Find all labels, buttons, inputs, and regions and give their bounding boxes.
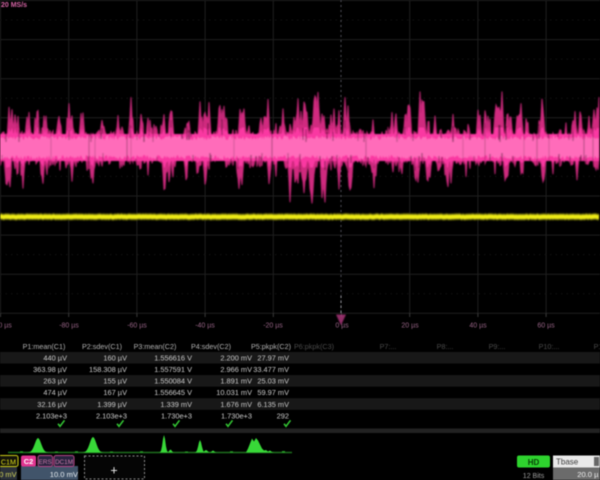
svg-text:P4:sdev(C2): P4:sdev(C2) — [191, 342, 231, 351]
svg-text:2.103e+3: 2.103e+3 — [36, 411, 67, 420]
svg-text:2.966 mV: 2.966 mV — [220, 365, 252, 374]
svg-text:167 µV: 167 µV — [103, 388, 127, 397]
svg-text:P8:...: P8:... — [437, 342, 454, 351]
svg-text:10.031 mV: 10.031 mV — [216, 388, 252, 397]
svg-text:1.556645 V: 1.556645 V — [154, 388, 192, 397]
svg-text:Tbase: Tbase — [556, 458, 579, 467]
svg-text:P10:...: P10:... — [539, 342, 560, 351]
svg-text:-60 µs: -60 µs — [127, 323, 147, 330]
svg-text:P7:...: P7:... — [380, 342, 397, 351]
svg-text:440 µV: 440 µV — [43, 354, 67, 363]
svg-text:P2:sdev(C1): P2:sdev(C1) — [82, 342, 122, 351]
svg-text:P3:mean(C2): P3:mean(C2) — [134, 342, 177, 351]
svg-text:59.97 mV: 59.97 mV — [257, 388, 289, 397]
svg-text:1.676 mV: 1.676 mV — [220, 400, 252, 409]
svg-text:1.730e+3: 1.730e+3 — [161, 411, 192, 420]
svg-text:+: + — [110, 464, 117, 478]
svg-text:0 µs: 0 µs — [335, 323, 349, 330]
svg-text:-80 µs: -80 µs — [59, 323, 79, 330]
svg-text:1.399 µV: 1.399 µV — [97, 400, 127, 409]
svg-text:P6:pkpk(C3): P6:pkpk(C3) — [294, 342, 334, 351]
svg-text:10.0 mV: 10.0 mV — [50, 470, 79, 479]
svg-text:263 µV: 263 µV — [43, 377, 67, 386]
svg-text:ERS: ERS — [39, 459, 52, 466]
svg-text:1.730e+3: 1.730e+3 — [221, 411, 252, 420]
svg-text:C2: C2 — [24, 457, 33, 466]
svg-text:155 µV: 155 µV — [103, 377, 127, 386]
svg-text:1.891 mV: 1.891 mV — [220, 377, 252, 386]
svg-text:25.03 mV: 25.03 mV — [257, 377, 289, 386]
svg-text:6.135 mV: 6.135 mV — [257, 400, 289, 409]
svg-text:20 MS/s: 20 MS/s — [1, 2, 27, 9]
svg-text:33.477 mV: 33.477 mV — [253, 365, 289, 374]
svg-text:P1:mean(C1): P1:mean(C1) — [23, 342, 66, 351]
svg-text:1.339 mV: 1.339 mV — [160, 400, 192, 409]
svg-text:0 mV: 0 mV — [0, 470, 17, 479]
svg-text:363.98 µV: 363.98 µV — [33, 365, 67, 374]
svg-text:20 µs: 20 µs — [401, 323, 419, 330]
svg-text:158.308 µV: 158.308 µV — [89, 365, 127, 374]
svg-text:2.103e+3: 2.103e+3 — [96, 411, 127, 420]
svg-text:1.550084 V: 1.550084 V — [154, 377, 192, 386]
svg-text:P9:...: P9:... — [489, 342, 506, 351]
svg-text:292: 292 — [277, 411, 289, 420]
svg-text:27.97 mV: 27.97 mV — [257, 354, 289, 363]
svg-text:60 µs: 60 µs — [537, 323, 555, 330]
svg-text:2.200 mV: 2.200 mV — [220, 354, 252, 363]
svg-text:40 µs: 40 µs — [469, 323, 487, 330]
svg-text:12 Bits: 12 Bits — [523, 473, 545, 480]
svg-text:HD: HD — [528, 458, 540, 467]
svg-text:C1M: C1M — [1, 458, 16, 467]
svg-text:20.0 µ: 20.0 µ — [577, 470, 599, 479]
svg-text:DC1M: DC1M — [55, 459, 73, 466]
svg-text:-20 µs: -20 µs — [263, 323, 283, 330]
svg-text:P5:pkpk(C2): P5:pkpk(C2) — [251, 342, 291, 351]
svg-text:-100 µs: -100 µs — [0, 323, 12, 330]
svg-text:474 µV: 474 µV — [43, 388, 67, 397]
svg-text:32.16 µV: 32.16 µV — [37, 400, 67, 409]
svg-text:-40 µs: -40 µs — [195, 323, 215, 330]
svg-text:1.557591 V: 1.557591 V — [154, 365, 192, 374]
svg-text:1.556616 V: 1.556616 V — [154, 354, 192, 363]
svg-text:160 µV: 160 µV — [103, 354, 127, 363]
svg-text:P1: P1 — [594, 342, 600, 351]
